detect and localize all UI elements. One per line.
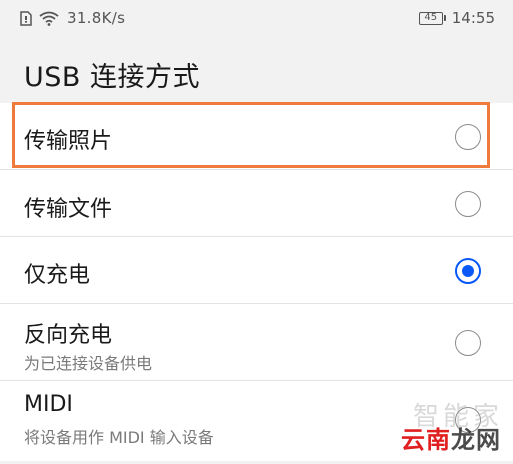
option-title: 传输文件 — [24, 197, 113, 222]
option-charge-only[interactable]: 仅充电 — [0, 237, 513, 304]
status-bar: 31.8K/s 45 14:55 — [0, 0, 513, 36]
battery-tip — [443, 15, 446, 21]
option-title: 反向充电 — [24, 323, 113, 348]
radio-button-unchecked[interactable] — [455, 330, 481, 356]
option-title: 传输照片 — [24, 129, 113, 154]
page-title: USB 连接方式 — [24, 62, 201, 93]
battery-level: 45 — [418, 11, 443, 25]
option-subtitle: 将设备用作 MIDI 输入设备 — [24, 428, 214, 447]
option-subtitle: 为已连接设备供电 — [24, 354, 153, 373]
radio-button-checked[interactable] — [455, 258, 481, 284]
clock: 14:55 — [451, 9, 495, 27]
watermark-logo: 云南龙网 — [401, 420, 501, 455]
watermark-logo-dark: 龙网 — [451, 426, 501, 454]
option-title: MIDI — [24, 392, 73, 417]
option-transfer-photos[interactable]: 传输照片 — [0, 103, 513, 170]
option-reverse-charge[interactable]: 反向充电 为已连接设备供电 — [0, 304, 513, 381]
network-speed: 31.8K/s — [67, 9, 126, 27]
status-bar-left: 31.8K/s — [20, 9, 125, 27]
option-title: 仅充电 — [24, 263, 91, 288]
radio-button-unchecked[interactable] — [455, 191, 481, 217]
watermark-logo-red: 云南 — [401, 426, 451, 454]
battery-icon: 45 — [418, 11, 446, 25]
radio-button-unchecked[interactable] — [455, 124, 481, 150]
wifi-icon — [39, 11, 59, 26]
status-bar-right: 45 14:55 — [418, 9, 495, 27]
radio-dot — [462, 265, 474, 277]
option-transfer-files[interactable]: 传输文件 — [0, 170, 513, 237]
sim-card-icon — [20, 10, 32, 26]
